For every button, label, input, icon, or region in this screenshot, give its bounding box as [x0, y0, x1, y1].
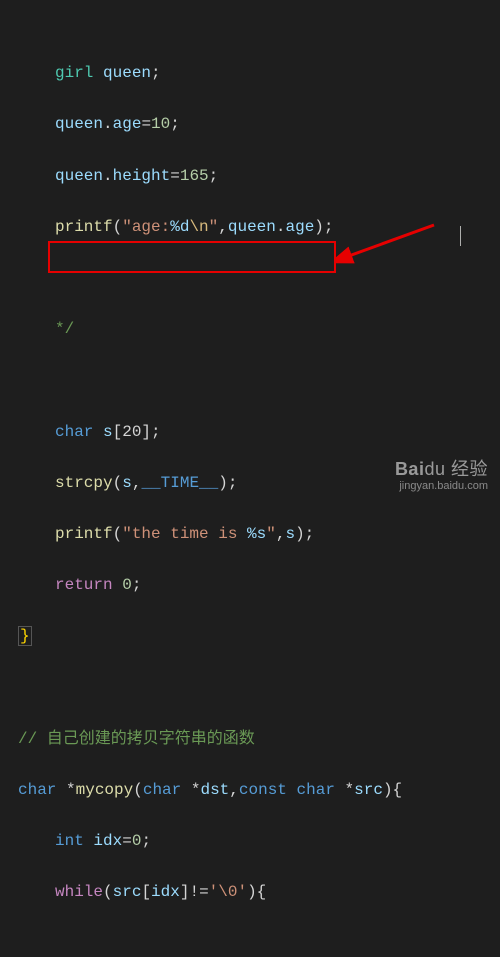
code-line: char s[20];: [0, 420, 500, 446]
text-cursor: [460, 226, 461, 246]
watermark: Baidu 经验 jingyan.baidu.com: [395, 460, 488, 492]
code-line: [0, 675, 500, 701]
var-token: queen: [103, 64, 151, 82]
code-line: }: [0, 624, 500, 650]
code-line: char *mycopy(char *dst,const char *src){: [0, 778, 500, 804]
code-line: int idx=0;: [0, 829, 500, 855]
code-line: [0, 266, 500, 292]
code-line: queen.height=165;: [0, 164, 500, 190]
code-line: printf("age:%d\n",queen.age);: [0, 215, 500, 241]
code-line: girl queen;: [0, 61, 500, 87]
code-line-highlighted: printf("the time is %s",s);: [0, 522, 500, 548]
type-token: girl: [55, 64, 93, 82]
code-line: */: [0, 317, 500, 343]
code-line: while(src[idx]!='\0'){: [0, 880, 500, 906]
code-line: return 0;: [0, 573, 500, 599]
code-line: queen.age=10;: [0, 112, 500, 138]
code-line: [0, 368, 500, 394]
code-line: // 自己创建的拷贝字符串的函数: [0, 727, 500, 753]
